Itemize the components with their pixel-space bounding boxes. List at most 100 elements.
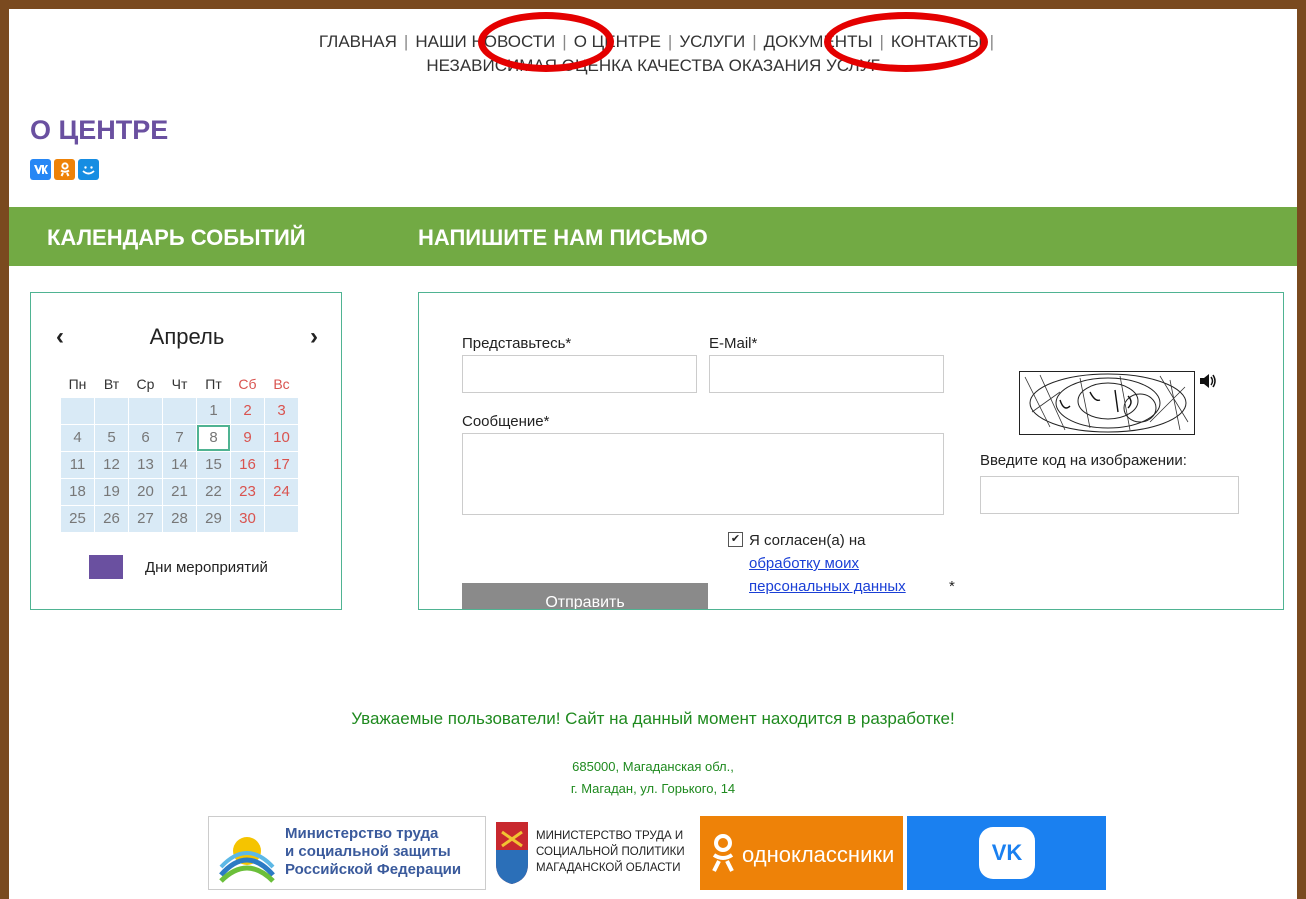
- next-month-button[interactable]: ›: [310, 323, 318, 351]
- email-input[interactable]: [709, 355, 944, 393]
- page-title: О ЦЕНТРЕ: [30, 115, 169, 145]
- consent-prefix: Я согласен(а) на: [749, 532, 866, 549]
- weekday-header: Чт: [171, 376, 188, 392]
- development-notice: Уважаемые пользователи! Сайт на данный м…: [351, 709, 955, 728]
- calendar-day[interactable]: 4: [61, 425, 94, 451]
- calendar-day[interactable]: 19: [95, 479, 128, 505]
- calendar-day[interactable]: 22: [197, 479, 230, 505]
- highlight-circle-documents: [824, 12, 988, 72]
- message-textarea[interactable]: [462, 433, 944, 515]
- calendar-day[interactable]: 6: [129, 425, 162, 451]
- calendar-day[interactable]: 5: [95, 425, 128, 451]
- calendar-day-today[interactable]: 8: [197, 425, 230, 451]
- weekday-header: Вс: [273, 376, 290, 392]
- calendar-day[interactable]: 21: [163, 479, 196, 505]
- ok-logo-icon: [712, 834, 734, 872]
- calendar-grid: Пн Вт Ср Чт Пт Сб Вс 1 2 3 4 5 6 7 8 9 10 11 12 13 14 15 16 17 1…: [61, 371, 298, 532]
- ok-icon[interactable]: [54, 159, 75, 180]
- calendar-day[interactable]: 3: [265, 398, 298, 424]
- calendar-day[interactable]: 2: [231, 398, 264, 424]
- calendar-day[interactable]: 9: [231, 425, 264, 451]
- calendar-day[interactable]: 18: [61, 479, 94, 505]
- vk-icon[interactable]: [30, 159, 51, 180]
- calendar-day[interactable]: 7: [163, 425, 196, 451]
- nav-item-home[interactable]: ГЛАВНАЯ: [312, 30, 404, 54]
- calendar-header: ‹ Апрель ›: [56, 323, 318, 351]
- message-label: Сообщение*: [462, 413, 550, 430]
- calendar-day[interactable]: 1: [197, 398, 230, 424]
- frame-top: [0, 0, 1306, 9]
- captcha-audio-icon[interactable]: [1199, 373, 1217, 394]
- submit-button[interactable]: Отправить: [462, 583, 708, 609]
- calendar-legend: Дни мероприятий: [89, 555, 268, 579]
- calendar-day: [95, 398, 128, 424]
- calendar-day: [129, 398, 162, 424]
- calendar-day[interactable]: 10: [265, 425, 298, 451]
- banner-mintrud-magadan[interactable]: МИНИСТЕРСТВО ТРУДА И СОЦИАЛЬНОЙ ПОЛИТИКИ…: [490, 816, 696, 890]
- calendar-day[interactable]: 23: [231, 479, 264, 505]
- calendar-day[interactable]: 28: [163, 506, 196, 532]
- mintrud-magadan-text: МИНИСТЕРСТВО ТРУДА И СОЦИАЛЬНОЙ ПОЛИТИКИ…: [536, 830, 685, 874]
- consent-suffix: *: [949, 578, 955, 595]
- partner-banners: Министерство труда и социальной защиты Р…: [208, 816, 1106, 890]
- ok-banner-label: одноклассники: [742, 842, 895, 867]
- calendar-day[interactable]: 20: [129, 479, 162, 505]
- banner-odnoklassniki[interactable]: одноклассники: [700, 816, 903, 890]
- legend-label: Дни мероприятий: [145, 558, 268, 576]
- calendar-day[interactable]: 30: [231, 506, 264, 532]
- weekday-header: Пт: [205, 376, 222, 392]
- calendar-day[interactable]: 15: [197, 452, 230, 478]
- name-input[interactable]: [462, 355, 697, 393]
- mintrud-rf-text: Министерство труда и социальной защиты Р…: [285, 825, 462, 878]
- section-header-bar: КАЛЕНДАРЬ СОБЫТИЙ НАПИШИТЕ НАМ ПИСЬМО: [9, 207, 1297, 266]
- calendar-day[interactable]: 11: [61, 452, 94, 478]
- captcha-input[interactable]: [980, 476, 1239, 514]
- frame-right: [1297, 0, 1306, 899]
- nav-row-2: НЕЗАВИСИМАЯ ОЦЕНКА КАЧЕСТВА ОКАЗАНИЯ УСЛ…: [9, 54, 1297, 78]
- social-share-bar: [30, 159, 99, 180]
- calendar-day[interactable]: 26: [95, 506, 128, 532]
- mailru-icon[interactable]: [78, 159, 99, 180]
- nav-row-1: ГЛАВНАЯ | НАШИ НОВОСТИ | О ЦЕНТРЕ | УСЛУГИ |…: [9, 30, 1297, 54]
- highlight-circle-news: [478, 12, 614, 72]
- event-calendar: ‹ Апрель › Пн Вт Ср Чт Пт Сб Вс 1 2 3 4 5 6 7 8 9 10 11 12…: [30, 292, 342, 610]
- calendar-day[interactable]: 29: [197, 506, 230, 532]
- consent-text: Я согласен(а) на обработку моих персонал…: [749, 529, 955, 598]
- calendar-day[interactable]: 12: [95, 452, 128, 478]
- captcha-label: Введите код на изображении:: [980, 452, 1187, 469]
- calendar-month: Апрель: [149, 324, 225, 349]
- weekday-header: Сб: [238, 376, 257, 392]
- banner-mintrud-rf[interactable]: Министерство труда и социальной защиты Р…: [208, 816, 486, 890]
- weekday-header: Пн: [68, 376, 87, 392]
- weekday-header: Вт: [103, 376, 120, 392]
- address-line-1: 685000, Магаданская обл.,: [572, 759, 734, 774]
- captcha-image: [1019, 371, 1195, 435]
- banner-vk[interactable]: VK: [907, 816, 1106, 890]
- address-line-2: г. Магадан, ул. Горького, 14: [570, 781, 736, 796]
- legend-swatch: [89, 555, 123, 579]
- vk-logo-icon: VK: [979, 827, 1035, 879]
- calendar-day: [163, 398, 196, 424]
- weekday-header: Ср: [136, 376, 155, 392]
- calendar-day[interactable]: 24: [265, 479, 298, 505]
- calendar-day[interactable]: 16: [231, 452, 264, 478]
- mintrud-rf-logo-icon: [219, 837, 275, 883]
- calendar-day: [61, 398, 94, 424]
- name-label: Представьтесь*: [462, 335, 572, 352]
- calendar-day[interactable]: 14: [163, 452, 196, 478]
- nav-item-services[interactable]: УСЛУГИ: [672, 30, 752, 54]
- feedback-form: Представьтесь* E-Mail* Сообщение* Введит…: [418, 292, 1284, 610]
- calendar-day[interactable]: 17: [265, 452, 298, 478]
- calendar-day[interactable]: 13: [129, 452, 162, 478]
- consent-checkbox[interactable]: ✔: [728, 532, 743, 547]
- frame-left: [0, 0, 9, 899]
- email-label: E-Mail*: [709, 335, 758, 352]
- address: 685000, Магаданская обл., г. Магадан, ул…: [9, 756, 1297, 800]
- prev-month-button[interactable]: ‹: [56, 323, 64, 351]
- top-navigation: ГЛАВНАЯ | НАШИ НОВОСТИ | О ЦЕНТРЕ | УСЛУГИ |…: [9, 30, 1297, 78]
- calendar-day: [265, 506, 298, 532]
- calendar-day[interactable]: 25: [61, 506, 94, 532]
- magadan-coat-of-arms-icon: [496, 822, 528, 884]
- consent-link[interactable]: обработку моих персональных данных: [749, 552, 949, 598]
- calendar-day[interactable]: 27: [129, 506, 162, 532]
